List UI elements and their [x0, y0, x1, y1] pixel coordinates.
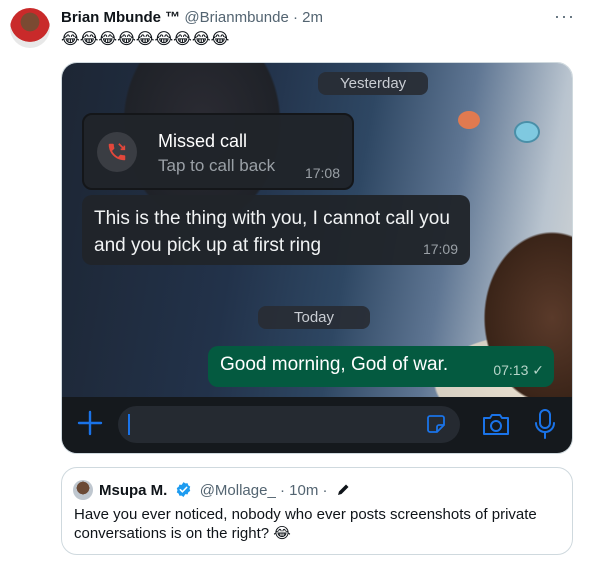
date-divider-today: Today: [258, 306, 371, 329]
date-divider-yesterday: Yesterday: [318, 72, 429, 95]
camera-icon[interactable]: [481, 411, 511, 437]
edited-pencil-icon[interactable]: [336, 483, 350, 497]
text-caret: [128, 414, 130, 435]
incoming-message-time: 17:09: [422, 241, 458, 257]
tweet-text: 😂😂😂😂😂😂😂😂😂: [61, 31, 230, 48]
quoted-author-handle[interactable]: @Mollage_: [200, 482, 276, 499]
missed-call-title: Missed call: [158, 131, 248, 151]
missed-call-bubble[interactable]: Missed call Tap to call back 17:08: [82, 113, 354, 190]
incoming-message-text: This is the thing with you, I cannot cal…: [94, 208, 450, 256]
author-name[interactable]: Brian Mbunde: [61, 9, 161, 26]
quoted-author-avatar[interactable]: [73, 480, 93, 500]
tweet-media-image[interactable]: Yesterday Missed call Tap to call back 1…: [61, 62, 573, 454]
tweet-time[interactable]: 2m: [302, 9, 323, 26]
incoming-message-bubble: This is the thing with you, I cannot cal…: [82, 195, 470, 265]
quoted-tweet-time[interactable]: 10m: [289, 482, 318, 499]
quoted-separator: ·: [279, 482, 285, 499]
quoted-tweet[interactable]: Msupa M. @Mollage_ · 10m · Have you ever…: [61, 467, 573, 555]
hair-bow-decoration: [458, 111, 480, 129]
missed-call-time: 17:08: [304, 165, 340, 181]
outgoing-message-bubble: Good morning, God of war. 07:13 ✓: [208, 346, 554, 387]
author-badge: ™: [165, 9, 181, 26]
message-input-bar: [62, 397, 572, 453]
quoted-author-name[interactable]: Msupa M.: [99, 482, 167, 499]
microphone-icon[interactable]: [532, 408, 558, 440]
message-input[interactable]: [118, 406, 460, 443]
missed-call-icon: [97, 132, 137, 172]
outgoing-message-time: 07:13 ✓: [493, 362, 544, 378]
sticker-icon[interactable]: [426, 414, 446, 434]
tweet-header: Brian Mbunde ™ @Brianmbunde · 2m: [61, 9, 323, 27]
quoted-separator-2: ·: [322, 482, 328, 499]
plus-icon[interactable]: [76, 409, 104, 437]
author-handle[interactable]: @Brianmbunde: [184, 9, 288, 26]
quoted-tweet-header: Msupa M. @Mollage_ · 10m ·: [99, 481, 350, 500]
author-avatar[interactable]: [10, 8, 50, 48]
verified-badge-icon: [176, 482, 190, 497]
header-separator: ·: [292, 9, 298, 26]
hair-bow-decoration: [514, 121, 540, 143]
quoted-tweet-text: Have you ever noticed, nobody who ever p…: [74, 506, 537, 542]
more-options-icon[interactable]: ···: [554, 6, 575, 27]
outgoing-message-text: Good morning, God of war.: [220, 354, 449, 375]
missed-call-subtitle: Tap to call back: [158, 156, 276, 175]
